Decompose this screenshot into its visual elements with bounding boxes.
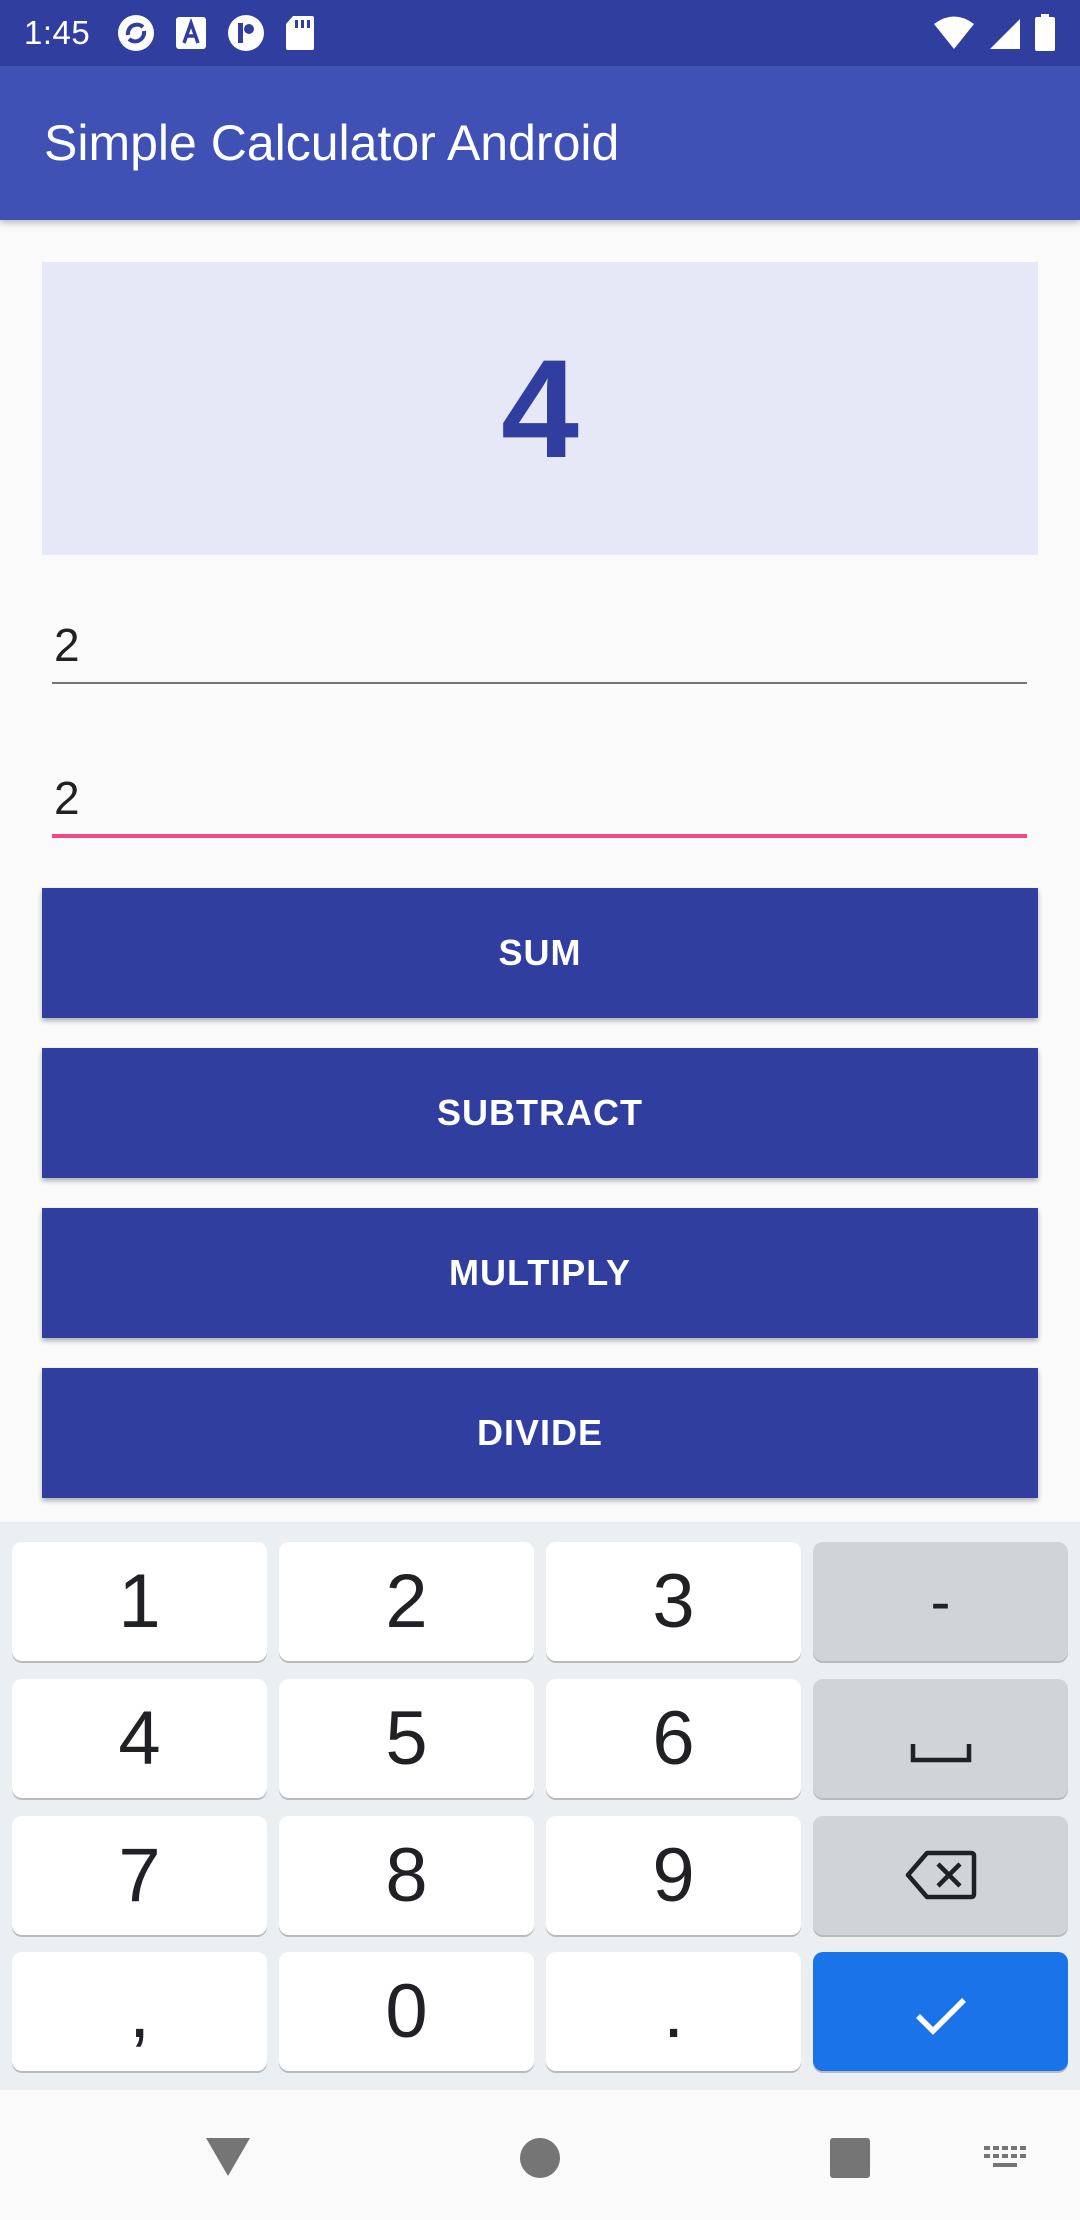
multiply-button[interactable]: MULTIPLY (42, 1208, 1038, 1338)
wifi-icon (932, 15, 976, 51)
key-7[interactable]: 7 (12, 1816, 267, 1935)
result-value: 4 (501, 329, 579, 487)
key-3[interactable]: 3 (546, 1542, 801, 1661)
back-icon[interactable] (202, 2130, 254, 2182)
sync-app-icon (116, 13, 156, 53)
backspace-icon (905, 1832, 977, 1919)
recents-icon[interactable] (826, 2134, 874, 2182)
home-icon[interactable] (516, 2134, 564, 2182)
space-icon (910, 1695, 972, 1782)
key-comma[interactable]: , (12, 1952, 267, 2071)
navigation-bar (0, 2090, 1080, 2220)
key-8[interactable]: 8 (279, 1816, 534, 1935)
status-time: 1:45 (24, 14, 91, 51)
app-bar: Simple Calculator Android (0, 66, 1080, 220)
key-9[interactable]: 9 (546, 1816, 801, 1935)
first-number-underline (52, 682, 1027, 684)
key-1[interactable]: 1 (12, 1542, 267, 1661)
notification-icons (116, 13, 316, 53)
second-number-underline-focused (52, 834, 1027, 838)
a-box-app-icon (174, 15, 208, 51)
sd-card-icon (284, 14, 316, 52)
key-6[interactable]: 6 (546, 1679, 801, 1798)
key-done[interactable] (813, 1952, 1068, 2071)
second-number-input[interactable] (52, 763, 1027, 833)
key-2[interactable]: 2 (279, 1542, 534, 1661)
result-display: 4 (42, 262, 1038, 555)
status-bar: 1:45 (0, 0, 1080, 66)
cell-signal-icon (988, 15, 1022, 51)
key-minus[interactable]: - (813, 1542, 1068, 1661)
system-status-icons (932, 14, 1056, 52)
battery-icon (1034, 14, 1056, 52)
app-title: Simple Calculator Android (44, 115, 620, 171)
numeric-keyboard: 1 2 3 - 4 5 6 7 8 9 , 0 . (0, 1522, 1080, 2090)
checkmark-icon (913, 1968, 969, 2055)
sum-button[interactable]: SUM (42, 888, 1038, 1018)
key-period[interactable]: . (546, 1952, 801, 2071)
divide-button[interactable]: DIVIDE (42, 1368, 1038, 1498)
key-space[interactable] (813, 1679, 1068, 1798)
keyboard-switch-icon[interactable] (982, 2142, 1030, 2174)
subtract-button[interactable]: SUBTRACT (42, 1048, 1038, 1178)
first-number-input[interactable] (52, 610, 1027, 680)
key-0[interactable]: 0 (279, 1952, 534, 2071)
key-4[interactable]: 4 (12, 1679, 267, 1798)
p-circle-app-icon (226, 13, 266, 53)
key-backspace[interactable] (813, 1816, 1068, 1935)
key-5[interactable]: 5 (279, 1679, 534, 1798)
